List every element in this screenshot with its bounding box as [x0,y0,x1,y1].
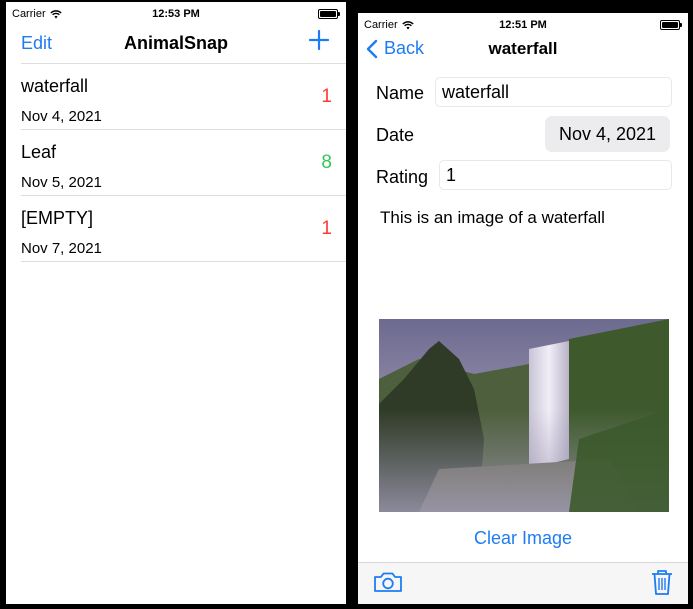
status-bar: Carrier 12:53 PM [6,2,346,24]
rating-field[interactable]: 1 [439,160,672,190]
item-date: Nov 5, 2021 [21,174,102,191]
page-title: AnimalSnap [123,33,229,53]
list-screen: Carrier 12:53 PM Edit AnimalSnap waterfa… [6,2,346,604]
status-bar: Carrier 12:51 PM [358,13,688,35]
name-label: Name [376,83,425,103]
page-title: waterfall [488,39,558,58]
status-time: 12:53 PM [152,8,200,20]
plus-icon[interactable] [308,29,330,51]
date-label: Date [376,125,415,145]
battery-icon [318,9,340,19]
camera-icon[interactable] [373,570,403,594]
nav-bar: Back waterfall [358,35,688,75]
status-time: 12:51 PM [499,19,547,31]
item-title: waterfall [21,76,89,96]
nav-bar: Edit AnimalSnap [6,24,346,64]
list-item[interactable]: waterfall Nov 4, 2021 1 [21,63,346,129]
item-title: Leaf [21,142,57,162]
item-date: Nov 4, 2021 [21,108,102,125]
list-item[interactable]: [EMPTY] Nov 7, 2021 1 [21,195,346,262]
date-picker[interactable]: Nov 4, 2021 [545,116,670,152]
item-date: Nov 7, 2021 [21,240,102,257]
detail-screen: Carrier 12:51 PM Back waterfall Name wat… [358,13,688,604]
rating-label: Rating [376,167,429,187]
item-rating: 8 [321,152,332,173]
item-title: [EMPTY] [21,208,94,228]
waterfall-photo [379,319,669,512]
description-text: This is an image of a waterfall [380,208,605,227]
clear-image-button[interactable]: Clear Image [358,528,688,549]
item-rating: 1 [321,86,332,107]
bottom-toolbar [358,562,688,604]
battery-icon [660,20,682,30]
snap-list: waterfall Nov 4, 2021 1 Leaf Nov 5, 2021… [6,63,346,262]
name-field[interactable]: waterfall [435,77,672,107]
item-rating: 1 [321,218,332,239]
list-item[interactable]: Leaf Nov 5, 2021 8 [21,129,346,195]
trash-icon[interactable] [651,568,673,596]
